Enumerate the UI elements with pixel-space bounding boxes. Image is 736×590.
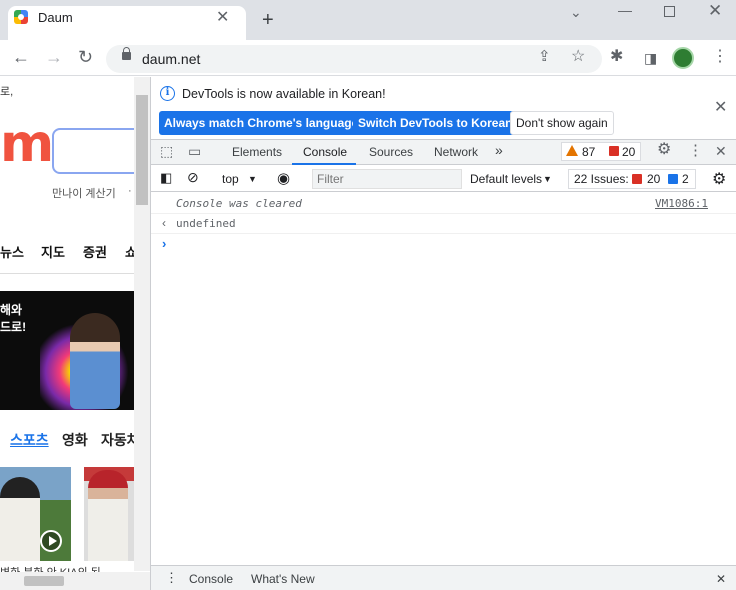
devtools-drawer	[151, 565, 736, 590]
console-return-value: undefined	[176, 217, 236, 230]
console-settings-gear-icon[interactable]: ⚙	[712, 169, 726, 189]
new-tab-icon[interactable]: +	[262, 10, 274, 30]
info-icon: i	[160, 86, 175, 101]
inspect-element-icon[interactable]: ⬚	[160, 143, 173, 159]
category-movie[interactable]: 영화	[62, 430, 88, 450]
nav-divider	[0, 273, 134, 274]
more-tabs-icon[interactable]: »	[495, 142, 503, 158]
devtools-menu-icon[interactable]: ⋮	[688, 143, 703, 159]
issues-error-count: 20	[647, 172, 661, 186]
settings-gear-icon[interactable]: ⚙	[657, 142, 671, 158]
context-dropdown-icon[interactable]: ▼	[248, 174, 257, 184]
nav-map[interactable]: 지도	[41, 242, 65, 261]
levels-chevron-icon[interactable]: ▼	[543, 174, 552, 184]
page-scroll-thumb[interactable]	[136, 95, 148, 205]
tab-close-icon[interactable]: ✕	[216, 7, 229, 27]
profile-avatar[interactable]	[672, 47, 694, 69]
drawer-menu-icon[interactable]: ⋮	[165, 570, 178, 586]
page-top-text: 로,	[0, 86, 14, 98]
page-hscroll-thumb[interactable]	[24, 576, 64, 586]
maximize-icon[interactable]	[664, 6, 675, 17]
banner-person-image	[70, 313, 120, 409]
reload-icon[interactable]: ↻	[78, 46, 93, 68]
separator: ·	[128, 185, 132, 197]
category-sports[interactable]: 스포츠	[10, 430, 49, 450]
daum-search-input[interactable]	[52, 128, 142, 174]
devtools-close-icon[interactable]: ✕	[715, 143, 727, 159]
back-icon[interactable]: ←	[12, 46, 30, 68]
thumbnail-person-image	[0, 477, 40, 561]
console-divider	[151, 233, 736, 234]
age-calculator-link[interactable]: 만나이 계산기	[52, 185, 116, 201]
page-horizontal-scrollbar[interactable]	[0, 572, 150, 590]
issues-label: 22 Issues:	[574, 172, 629, 186]
context-selector[interactable]: top	[222, 172, 239, 186]
side-panel-icon[interactable]: ◨	[644, 47, 657, 69]
issues-error-icon	[632, 174, 642, 184]
error-count: 20	[622, 145, 636, 159]
tab-network[interactable]: Network	[434, 145, 478, 159]
error-icon	[609, 146, 619, 156]
tab-elements[interactable]: Elements	[232, 145, 282, 159]
return-value-arrow-icon: ‹	[162, 216, 166, 230]
issues-info-count: 2	[682, 172, 689, 186]
tab-title: Daum	[38, 10, 73, 25]
nav-stock[interactable]: 증권	[83, 242, 107, 261]
infobar-close-icon[interactable]: ✕	[714, 97, 727, 117]
share-icon[interactable]: ⇪	[538, 46, 551, 68]
url-text[interactable]: daum.net	[142, 51, 200, 67]
banner-text: 해와 드로!	[0, 303, 27, 334]
play-icon[interactable]	[40, 530, 62, 552]
lock-icon[interactable]	[122, 47, 131, 60]
drawer-tab-console[interactable]: Console	[189, 572, 233, 586]
switch-to-korean-button[interactable]: Switch DevTools to Korean	[353, 111, 518, 135]
always-match-language-button[interactable]: Always match Chrome's language	[159, 111, 364, 135]
daum-favicon-icon	[14, 10, 28, 24]
live-expression-eye-icon[interactable]: ◉	[277, 169, 290, 187]
device-toolbar-icon[interactable]: ▭	[188, 143, 201, 159]
forward-icon[interactable]: →	[45, 46, 63, 68]
minimize-icon[interactable]: —	[618, 2, 632, 18]
console-message: Console was cleared	[176, 197, 302, 210]
extensions-icon[interactable]: ✱	[610, 46, 623, 68]
console-divider	[151, 213, 736, 214]
daum-logo[interactable]: m	[0, 118, 54, 170]
tab-console[interactable]: Console	[303, 145, 347, 159]
warning-count: 87	[582, 145, 596, 159]
window-close-icon[interactable]: ✕	[708, 1, 722, 21]
tab-sources[interactable]: Sources	[369, 145, 413, 159]
warning-icon	[566, 145, 578, 156]
infobar-message: DevTools is now available in Korean!	[182, 87, 386, 101]
thumbnail-player-image	[88, 470, 128, 561]
console-prompt-icon[interactable]: ›	[162, 236, 166, 251]
drawer-tab-whats-new[interactable]: What's New	[251, 572, 315, 586]
issues-info-icon	[668, 174, 678, 184]
tab-search-chevron-icon[interactable]: ⌄	[570, 4, 582, 21]
console-filter-input[interactable]	[312, 169, 462, 189]
sidebar-toggle-icon[interactable]: ◧	[160, 170, 172, 186]
active-tab-indicator	[292, 163, 356, 165]
bookmark-star-icon[interactable]: ☆	[571, 46, 585, 68]
dont-show-again-button[interactable]: Don't show again	[510, 111, 614, 135]
drawer-close-icon[interactable]: ✕	[716, 572, 726, 586]
nav-news[interactable]: 뉴스	[0, 242, 24, 261]
console-message-source-link[interactable]: VM1086:1	[655, 197, 708, 210]
menu-kebab-icon[interactable]: ⋮	[712, 46, 728, 68]
log-levels-dropdown[interactable]: Default levels	[470, 172, 542, 186]
clear-console-icon[interactable]: ⊘	[187, 169, 199, 186]
